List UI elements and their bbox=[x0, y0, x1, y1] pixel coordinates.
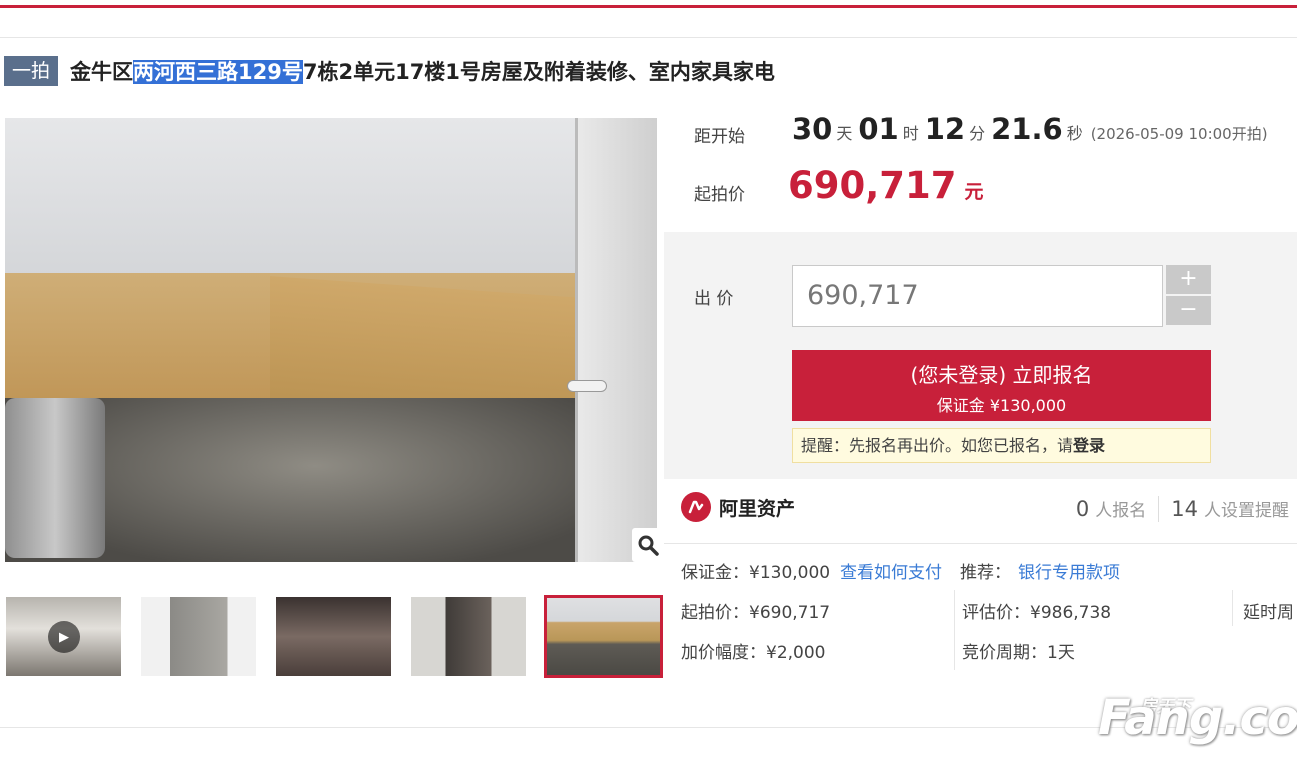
seconds-unit: 秒 bbox=[1066, 124, 1083, 143]
signup-reminder: 提醒：先报名再出价。如您已报名，请登录 bbox=[792, 428, 1211, 463]
thumbnail-2[interactable] bbox=[141, 597, 256, 676]
start-price: 690,717 元 bbox=[788, 164, 984, 207]
seller-name: 阿里资产 bbox=[719, 497, 796, 520]
fang-watermark-logo: Fang.com bbox=[1098, 690, 1297, 746]
photo-bucket bbox=[5, 398, 105, 558]
page-title: 一拍 金牛区两河西三路129号7栋2单元17楼1号房屋及附着装修、室内家具家电 bbox=[4, 54, 775, 88]
title-district: 金牛区 bbox=[70, 60, 134, 84]
main-property-photo[interactable] bbox=[5, 118, 657, 562]
title-highlighted-address[interactable]: 两河西三路129号 bbox=[133, 60, 303, 84]
bank-fund-link[interactable]: 银行专用款项 bbox=[1018, 558, 1120, 583]
login-link[interactable]: 登录 bbox=[1073, 436, 1105, 455]
photo-door bbox=[575, 118, 657, 562]
bid-amount-input[interactable]: 690,717 bbox=[792, 265, 1163, 327]
header-divider bbox=[0, 37, 1297, 38]
auction-start-time: (2026-05-09 10:00开拍) bbox=[1090, 125, 1268, 143]
start-price-value: 690,717 bbox=[788, 164, 957, 207]
title-text: 金牛区两河西三路129号7栋2单元17楼1号房屋及附着装修、室内家具家电 bbox=[70, 56, 775, 86]
signup-button[interactable]: (您未登录) 立即报名 保证金 ¥130,000 bbox=[792, 350, 1211, 421]
bid-box: 出 价 690,717 + − (您未登录) 立即报名 保证金 ¥130,000… bbox=[664, 232, 1297, 479]
ali-asset-logo-svg bbox=[688, 500, 704, 514]
seller-brand[interactable]: 阿里资产 bbox=[681, 492, 795, 522]
bid-decrease-button[interactable]: − bbox=[1166, 296, 1211, 325]
participation-counts: 0 人报名 14 人设置提醒 bbox=[1076, 496, 1289, 522]
countdown-seconds: 21.6 bbox=[991, 112, 1063, 146]
start-price-unit: 元 bbox=[964, 181, 984, 203]
photo-sky bbox=[5, 118, 657, 276]
start-price-info: 起拍价：¥690,717 bbox=[681, 603, 831, 623]
magnifier-icon-svg bbox=[638, 535, 659, 556]
start-price-label: 起拍价 bbox=[694, 185, 745, 205]
hours-unit: 时 bbox=[902, 124, 919, 143]
ali-asset-logo bbox=[681, 492, 711, 522]
bid-label: 出 价 bbox=[694, 289, 734, 309]
auction-round-badge: 一拍 bbox=[4, 56, 59, 86]
how-to-pay-link[interactable]: 查看如何支付 bbox=[840, 558, 942, 583]
column-divider-2 bbox=[1232, 590, 1233, 626]
signup-count-label: 人报名 bbox=[1095, 501, 1147, 521]
title-suffix: 7栋2单元17楼1号房屋及附着装修、室内家具家电 bbox=[302, 60, 775, 84]
countdown-label: 距开始 bbox=[694, 127, 745, 147]
counts-divider bbox=[1158, 496, 1160, 522]
cycle-info: 竞价周期：1天 bbox=[962, 643, 1075, 663]
countdown-hours: 01 bbox=[858, 112, 899, 146]
appraisal-info: 评估价：¥986,738 bbox=[962, 603, 1112, 623]
delay-info: 延时周 bbox=[1243, 603, 1294, 623]
reminder-count-label: 人设置提醒 bbox=[1204, 501, 1289, 521]
countdown-days: 30 bbox=[792, 112, 833, 146]
recommend-label: 推荐： bbox=[960, 563, 1011, 583]
deposit-info: 保证金：¥130,000 bbox=[681, 563, 831, 583]
signup-deposit-label: 保证金 ¥130,000 bbox=[936, 396, 1067, 415]
increment-info: 加价幅度：¥2,000 bbox=[681, 643, 826, 663]
reminder-text: 提醒：先报名再出价。如您已报名，请 bbox=[801, 436, 1074, 455]
days-unit: 天 bbox=[836, 124, 853, 143]
play-icon[interactable]: ▶ bbox=[48, 621, 80, 653]
thumbnail-5-selected[interactable] bbox=[544, 595, 663, 678]
minutes-unit: 分 bbox=[969, 124, 986, 143]
signup-button-label: (您未登录) 立即报名 bbox=[910, 363, 1093, 387]
column-divider-1 bbox=[954, 590, 955, 670]
thumbnail-3[interactable] bbox=[276, 597, 391, 676]
countdown-minutes: 12 bbox=[924, 112, 966, 146]
reminder-count: 14 bbox=[1171, 497, 1198, 521]
thumbnail-video[interactable]: ▶ bbox=[6, 597, 121, 676]
bid-increase-button[interactable]: + bbox=[1166, 265, 1211, 294]
details-divider bbox=[664, 543, 1297, 544]
signup-count: 0 bbox=[1075, 497, 1090, 521]
magnifier-icon[interactable] bbox=[632, 528, 664, 562]
photo-door-handle bbox=[567, 380, 607, 392]
thumbnail-4[interactable] bbox=[411, 597, 526, 676]
top-accent-line bbox=[0, 5, 1297, 8]
countdown-timer: 30 天 01 时 12 分 21.6 秒 (2026-05-09 10:00开拍) bbox=[792, 112, 1268, 146]
